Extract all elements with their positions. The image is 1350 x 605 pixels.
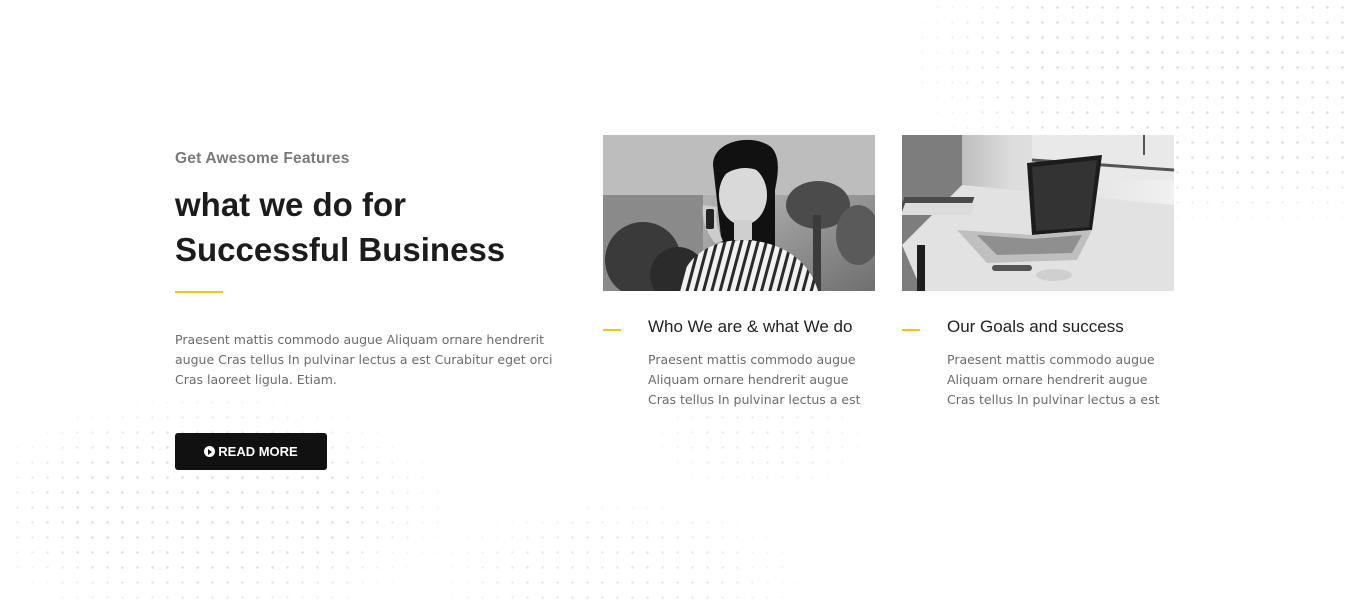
accent-dash bbox=[902, 329, 920, 331]
feature-card-who-we-are: Who We are & what We do Praesent mattis … bbox=[603, 135, 875, 410]
card-heading-row: Our Goals and success bbox=[902, 317, 1174, 341]
woman-on-phone-photo bbox=[603, 135, 875, 291]
intro-paragraph: Praesent mattis commodo augue Aliquam or… bbox=[175, 332, 553, 387]
section-eyebrow: Get Awesome Features bbox=[175, 150, 350, 167]
card-title[interactable]: Who We are & what We do bbox=[648, 317, 852, 337]
feature-card-goals: Our Goals and success Praesent mattis co… bbox=[902, 135, 1174, 410]
card-description: Praesent mattis commodo augue Aliquam or… bbox=[947, 352, 1160, 407]
read-more-button[interactable]: READ MORE bbox=[175, 433, 327, 470]
section-headline: what we do for Successful Business bbox=[175, 182, 575, 272]
decorative-dot-pattern bbox=[430, 500, 810, 605]
headline-line-1: what we do for bbox=[175, 186, 406, 223]
card-description: Praesent mattis commodo augue Aliquam or… bbox=[648, 352, 861, 407]
laptop-on-desk-photo bbox=[902, 135, 1174, 291]
decorative-dot-pattern bbox=[10, 395, 450, 605]
card-heading-row: Who We are & what We do bbox=[603, 317, 875, 341]
play-circle-icon bbox=[204, 446, 216, 457]
headline-line-2: Successful Business bbox=[175, 231, 506, 268]
accent-divider bbox=[175, 291, 223, 293]
read-more-label: READ MORE bbox=[218, 444, 298, 459]
card-title[interactable]: Our Goals and success bbox=[947, 317, 1124, 337]
features-intro: Get Awesome Features what we do for Succ… bbox=[175, 150, 575, 390]
accent-dash bbox=[603, 329, 621, 331]
